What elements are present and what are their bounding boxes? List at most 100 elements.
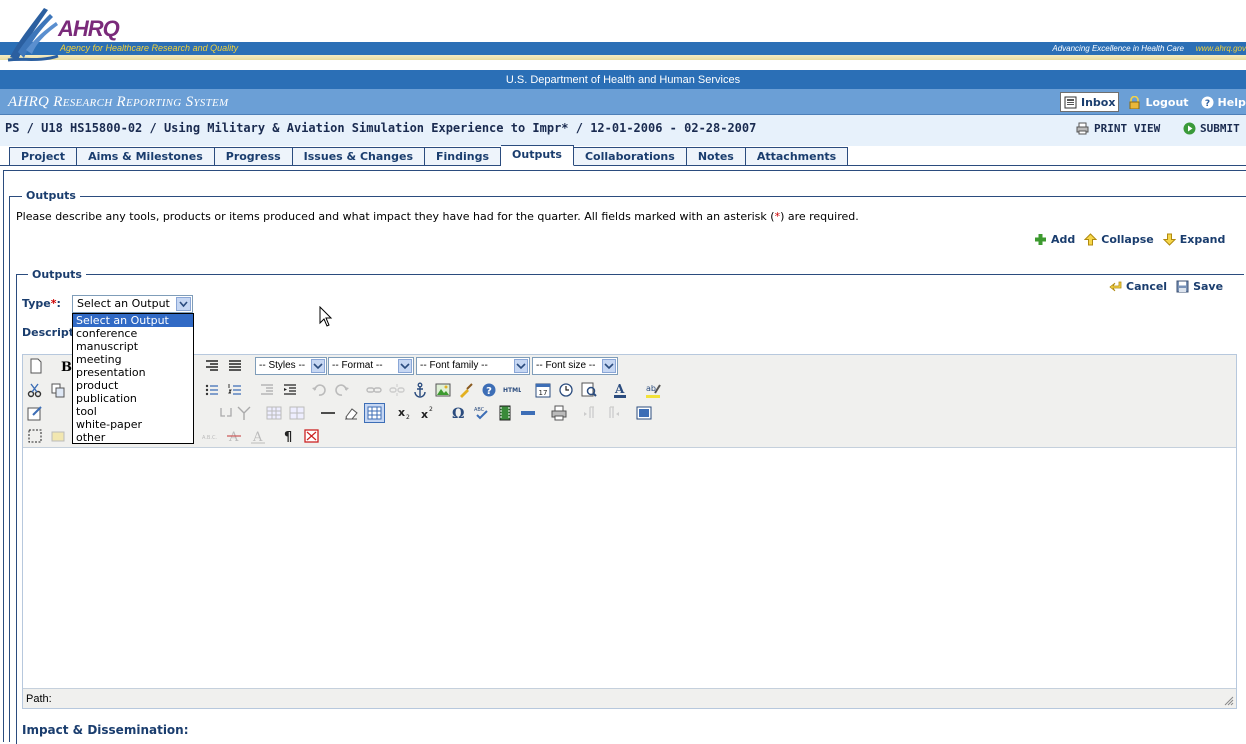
ahrq-logo-text: AHRQ bbox=[58, 16, 120, 41]
link-icon[interactable] bbox=[365, 381, 383, 399]
insert-image-icon[interactable] bbox=[434, 381, 452, 399]
visual-aid-icon[interactable] bbox=[364, 403, 385, 423]
cancel-button[interactable]: Cancel bbox=[1109, 280, 1167, 293]
ltr-icon[interactable] bbox=[581, 404, 599, 422]
add-button[interactable]: Add bbox=[1034, 233, 1075, 246]
anchor-icon[interactable] bbox=[411, 381, 429, 399]
highlight-color-icon[interactable]: ab bbox=[645, 381, 663, 399]
undo-icon[interactable] bbox=[310, 381, 328, 399]
tab-project[interactable]: Project bbox=[9, 147, 78, 166]
type-option[interactable]: manuscript bbox=[73, 340, 193, 353]
tab-notes[interactable]: Notes bbox=[686, 147, 746, 166]
html-source-icon[interactable]: HTML bbox=[503, 381, 521, 399]
cut-icon[interactable] bbox=[26, 381, 44, 399]
type-option[interactable]: publication bbox=[73, 392, 193, 405]
indent-icon[interactable] bbox=[281, 381, 299, 399]
type-label: Type*: bbox=[22, 297, 61, 310]
font-family-select[interactable]: -- Font family -- bbox=[416, 357, 530, 375]
site-url-link[interactable]: www.ahrq.gov bbox=[1196, 44, 1246, 53]
copy-icon[interactable] bbox=[49, 381, 67, 399]
type-option[interactable]: conference bbox=[73, 327, 193, 340]
pilcrow-icon[interactable]: ¶ bbox=[280, 427, 298, 445]
expand-button[interactable]: Expand bbox=[1162, 233, 1225, 246]
type-option[interactable]: presentation bbox=[73, 366, 193, 379]
type-option[interactable]: tool bbox=[73, 405, 193, 418]
type-option[interactable]: Select an Output bbox=[73, 314, 193, 327]
superscript-icon[interactable]: x2 bbox=[419, 404, 437, 422]
type-option[interactable]: white-paper bbox=[73, 418, 193, 431]
new-document-icon[interactable] bbox=[27, 357, 45, 375]
bullet-list-icon[interactable] bbox=[203, 381, 221, 399]
merge-cells-icon[interactable] bbox=[217, 404, 235, 422]
insert-date-icon[interactable]: 17 bbox=[534, 381, 552, 399]
format-select[interactable]: -- Format -- bbox=[328, 357, 414, 375]
strikethrough-icon[interactable]: A bbox=[225, 427, 243, 445]
text-color-icon[interactable]: A bbox=[612, 381, 630, 399]
align-right-icon[interactable] bbox=[203, 357, 221, 375]
resize-grip-icon[interactable] bbox=[1224, 696, 1234, 706]
split-cells-icon[interactable] bbox=[235, 404, 253, 422]
align-justify-icon[interactable] bbox=[226, 357, 244, 375]
svg-text:2: 2 bbox=[406, 414, 410, 421]
insert-time-icon[interactable] bbox=[557, 381, 575, 399]
redo-icon[interactable] bbox=[333, 381, 351, 399]
table-row-icon[interactable] bbox=[265, 404, 283, 422]
svg-text:2: 2 bbox=[429, 406, 433, 413]
fullscreen-icon[interactable] bbox=[635, 404, 653, 422]
type-option[interactable]: meeting bbox=[73, 353, 193, 366]
printer-icon bbox=[1076, 122, 1089, 135]
style-props-icon[interactable] bbox=[49, 427, 67, 445]
help-circle-icon[interactable]: ? bbox=[480, 381, 498, 399]
styles-select[interactable]: -- Styles -- bbox=[255, 357, 327, 375]
banner-tan-strip bbox=[0, 55, 1246, 60]
rtl-icon[interactable] bbox=[604, 404, 622, 422]
svg-text:?: ? bbox=[1204, 99, 1209, 109]
insert-media-icon[interactable] bbox=[496, 404, 514, 422]
paste-word-icon[interactable] bbox=[303, 427, 321, 445]
spellcheck-icon[interactable]: ABC bbox=[473, 404, 491, 422]
preview-icon[interactable] bbox=[580, 381, 598, 399]
inbox-icon bbox=[1064, 96, 1077, 108]
logout-button[interactable]: Logout bbox=[1125, 92, 1191, 112]
tab-issues-changes[interactable]: Issues & Changes bbox=[292, 147, 425, 166]
type-option[interactable]: other bbox=[73, 431, 193, 444]
tab-progress[interactable]: Progress bbox=[214, 147, 293, 166]
editor-content-area[interactable] bbox=[23, 447, 1236, 689]
inbox-button[interactable]: Inbox bbox=[1060, 92, 1120, 112]
numbered-list-icon[interactable] bbox=[226, 381, 244, 399]
print-icon[interactable] bbox=[550, 404, 568, 422]
outdent-icon[interactable] bbox=[258, 381, 276, 399]
tab-collaborations[interactable]: Collaborations bbox=[573, 147, 687, 166]
font-size-select[interactable]: -- Font size -- bbox=[532, 357, 618, 375]
print-view-button[interactable]: PRINT VIEW bbox=[1076, 122, 1160, 135]
insert-text-icon[interactable]: A bbox=[249, 427, 267, 445]
horizontal-rule-icon[interactable] bbox=[319, 404, 337, 422]
help-button[interactable]: ? Help bbox=[1198, 92, 1246, 112]
arrow-up-icon bbox=[1084, 233, 1098, 246]
type-label-text: Type bbox=[22, 297, 51, 310]
edit-form-icon[interactable] bbox=[26, 404, 44, 422]
help-icon: ? bbox=[1201, 96, 1214, 109]
collapse-button[interactable]: Collapse bbox=[1084, 233, 1154, 246]
abbreviation-icon[interactable]: A.B.C. bbox=[201, 427, 219, 445]
unlink-icon[interactable] bbox=[388, 381, 406, 399]
padlock-icon bbox=[1129, 95, 1140, 109]
save-button[interactable]: Save bbox=[1176, 280, 1223, 293]
table-col-icon[interactable] bbox=[288, 404, 306, 422]
tab-attachments[interactable]: Attachments bbox=[745, 147, 849, 166]
special-character-icon[interactable]: Ω bbox=[450, 404, 468, 422]
chevron-down-icon[interactable] bbox=[176, 297, 191, 311]
submit-button[interactable]: SUBMIT bbox=[1183, 122, 1240, 135]
insert-layer-icon[interactable] bbox=[519, 404, 537, 422]
tab-findings[interactable]: Findings bbox=[425, 147, 502, 166]
subscript-icon[interactable]: x2 bbox=[396, 404, 414, 422]
project-bar: PS / U18 HS15800-02 / Using Military & A… bbox=[0, 115, 1246, 146]
tab-outputs[interactable]: Outputs bbox=[501, 145, 574, 166]
absolute-position-icon[interactable] bbox=[26, 427, 44, 445]
type-select[interactable]: Select an Output bbox=[72, 295, 193, 313]
type-option[interactable]: product bbox=[73, 379, 193, 392]
eraser-icon[interactable] bbox=[342, 404, 360, 422]
tab-aims-milestones[interactable]: Aims & Milestones bbox=[77, 147, 215, 166]
svg-text:x: x bbox=[421, 408, 428, 421]
cleanup-icon[interactable] bbox=[457, 381, 475, 399]
